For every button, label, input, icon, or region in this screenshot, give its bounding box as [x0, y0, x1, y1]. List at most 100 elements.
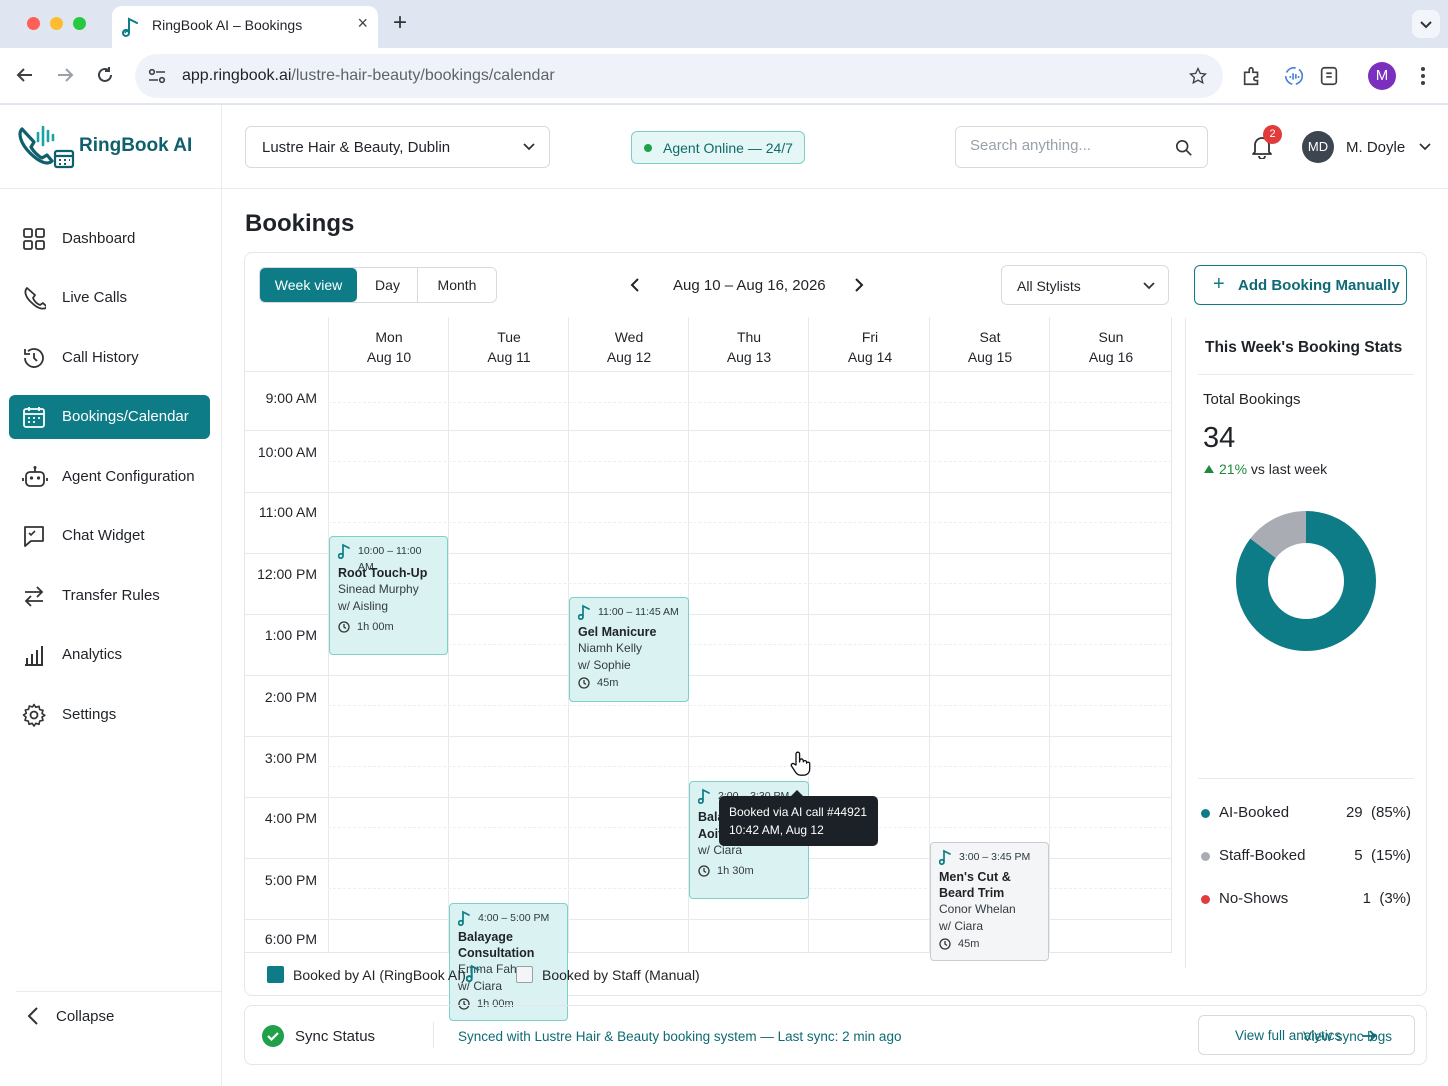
user-avatar[interactable]: MD [1302, 131, 1334, 163]
browser-menu-icon[interactable] [1413, 65, 1433, 87]
site-settings-icon[interactable] [148, 68, 166, 84]
day-header-tue: Tue Aug 11 [487, 329, 531, 365]
sidebar-item-label: Bookings/Calendar [62, 408, 189, 425]
time-label: 6:00 PM [264, 931, 317, 947]
header-divider [245, 371, 1172, 372]
time-label: 1:00 PM [264, 627, 317, 643]
tab-day-view[interactable]: Day [358, 268, 418, 302]
sidebar-item-chat-widget[interactable]: Chat Widget [9, 514, 210, 558]
sidebar-item-label: Settings [62, 706, 117, 723]
stylist-filter-select[interactable]: All Stylists [1001, 265, 1169, 305]
phone-icon [24, 287, 46, 310]
view-sync-logs-link[interactable]: View sync logs [1303, 1029, 1392, 1044]
bar-chart-icon [25, 646, 43, 666]
event-title: Men's Cut & Beard Trim [939, 870, 1011, 900]
stat-value: 5 (15%) [1354, 847, 1411, 864]
time-label: 9:00 AM [265, 390, 317, 406]
sidebar-item-label: Analytics [62, 646, 123, 663]
event-stylist: w/ Aisling [338, 599, 389, 613]
booking-event[interactable]: 4:00 – 5:00 PM Balayage Consultation Emm… [449, 903, 568, 1021]
calendar-icon [23, 407, 45, 428]
event-stylist: w/ Sophie [578, 658, 631, 672]
tab-title: RingBook AI – Bookings [152, 17, 303, 33]
total-bookings-value: 34 [1203, 422, 1236, 454]
sidebar-item-label: Chat Widget [62, 527, 145, 544]
next-week-icon[interactable] [852, 277, 866, 293]
bookmark-star-icon[interactable] [1189, 67, 1207, 85]
search-input[interactable] [970, 137, 1160, 154]
user-menu-chevron-icon[interactable] [1419, 143, 1431, 151]
stylist-filter-value: All Stylists [1017, 278, 1081, 294]
stat-dot [1201, 895, 1210, 904]
search-box[interactable] [955, 126, 1208, 168]
profile-avatar[interactable]: M [1368, 62, 1396, 90]
back-icon[interactable] [14, 64, 36, 86]
forward-icon[interactable] [54, 64, 76, 86]
sidebar-item-call-history[interactable]: Call History [9, 336, 210, 380]
week-calendar: Mon Aug 10 Tue Aug 11 Wed Aug 12 Thu Aug 13 … [245, 317, 1172, 1021]
user-name[interactable]: M. Doyle [1346, 139, 1405, 156]
date-range: Aug 10 – Aug 16, 2026 [673, 277, 826, 294]
window-minimize-button[interactable] [50, 17, 63, 30]
half-hour-line [328, 705, 1172, 706]
stat-label: AI-Booked [1219, 804, 1290, 821]
window-close-button[interactable] [27, 17, 40, 30]
grid-line [245, 430, 1172, 431]
sync-status-bar: Sync Status Synced with Lustre Hair & Be… [244, 1005, 1427, 1065]
sidebar-item-label: Agent Configuration [62, 468, 195, 485]
sidebar-item-settings[interactable]: Settings [9, 693, 210, 737]
tab-month-view[interactable]: Month [418, 268, 496, 302]
clock-icon [939, 938, 951, 950]
extension-wave-icon[interactable] [1283, 65, 1305, 87]
half-hour-line [328, 522, 1172, 523]
time-label: 5:00 PM [264, 872, 317, 888]
sidebar-item-dashboard[interactable]: Dashboard [9, 217, 210, 261]
day-header-wed: Wed Aug 12 [606, 329, 652, 365]
ai-booking-icon [458, 910, 470, 926]
search-icon[interactable] [1175, 139, 1193, 157]
window-maximize-button[interactable] [73, 17, 86, 30]
sidebar-item-live-calls[interactable]: Live Calls [9, 276, 210, 320]
booking-event[interactable]: 10:00 – 11:00 AM Root Touch-Up Sinead Mu… [329, 536, 448, 655]
event-title: Balayage Consultation [458, 930, 535, 960]
new-tab-button[interactable]: + [393, 9, 407, 37]
tab-close-icon[interactable]: × [357, 13, 368, 34]
previous-week-icon[interactable] [628, 277, 642, 293]
time-label: 10:00 AM [257, 444, 317, 460]
extension-doc-icon[interactable] [1318, 65, 1340, 87]
business-select[interactable]: Lustre Hair & Beauty, Dublin [245, 126, 550, 168]
event-title: Gel Manicure [578, 625, 657, 639]
sidebar-item-bookings-calendar[interactable]: Bookings/Calendar [9, 395, 210, 439]
stats-title: This Week's Booking Stats [1205, 339, 1403, 356]
stat-label: Staff-Booked [1219, 847, 1306, 864]
tab-week-view[interactable]: Week view [260, 268, 357, 302]
sync-divider [433, 1022, 434, 1048]
browser-tab[interactable]: RingBook AI – Bookings × [112, 6, 378, 48]
half-hour-line [328, 583, 1172, 584]
ai-booking-icon [338, 543, 350, 559]
ringbook-logo-icon[interactable] [16, 123, 78, 178]
day-header-mon: Mon Aug 10 [366, 329, 412, 365]
plus-icon: + [1213, 273, 1225, 295]
time-label: 11:00 AM [258, 504, 317, 520]
add-booking-button[interactable]: + Add Booking Manually [1194, 265, 1407, 305]
booking-event[interactable]: 3:00 – 3:45 PM Men's Cut & Beard Trim Co… [930, 842, 1049, 961]
day-header-sat: Sat Aug 15 [967, 329, 1013, 365]
sidebar-item-analytics[interactable]: Analytics [9, 633, 210, 677]
trend-indicator: 21% vs last week [1203, 461, 1327, 477]
tab-search-button[interactable] [1412, 10, 1440, 38]
clock-icon [698, 865, 710, 877]
sidebar-item-agent-configuration[interactable]: Agent Configuration [9, 455, 210, 499]
address-bar[interactable]: app.ringbook.ai/lustre-hair-beauty/booki… [135, 54, 1223, 98]
booking-event[interactable]: 11:00 – 11:45 AM Gel Manicure Niamh Kell… [569, 597, 689, 702]
gear-icon [22, 703, 46, 727]
business-select-value: Lustre Hair & Beauty, Dublin [262, 139, 451, 156]
event-time: 4:00 – 5:00 PM [458, 910, 559, 926]
collapse-button[interactable]: Collapse [24, 1005, 114, 1032]
half-hour-line [328, 461, 1172, 462]
browser-tabstrip: RingBook AI – Bookings × + [0, 0, 1448, 48]
sidebar-item-transfer-rules[interactable]: Transfer Rules [9, 574, 210, 618]
extensions-icon[interactable] [1241, 65, 1263, 87]
sync-status-label: Sync Status [295, 1028, 376, 1045]
reload-icon[interactable] [94, 64, 116, 86]
